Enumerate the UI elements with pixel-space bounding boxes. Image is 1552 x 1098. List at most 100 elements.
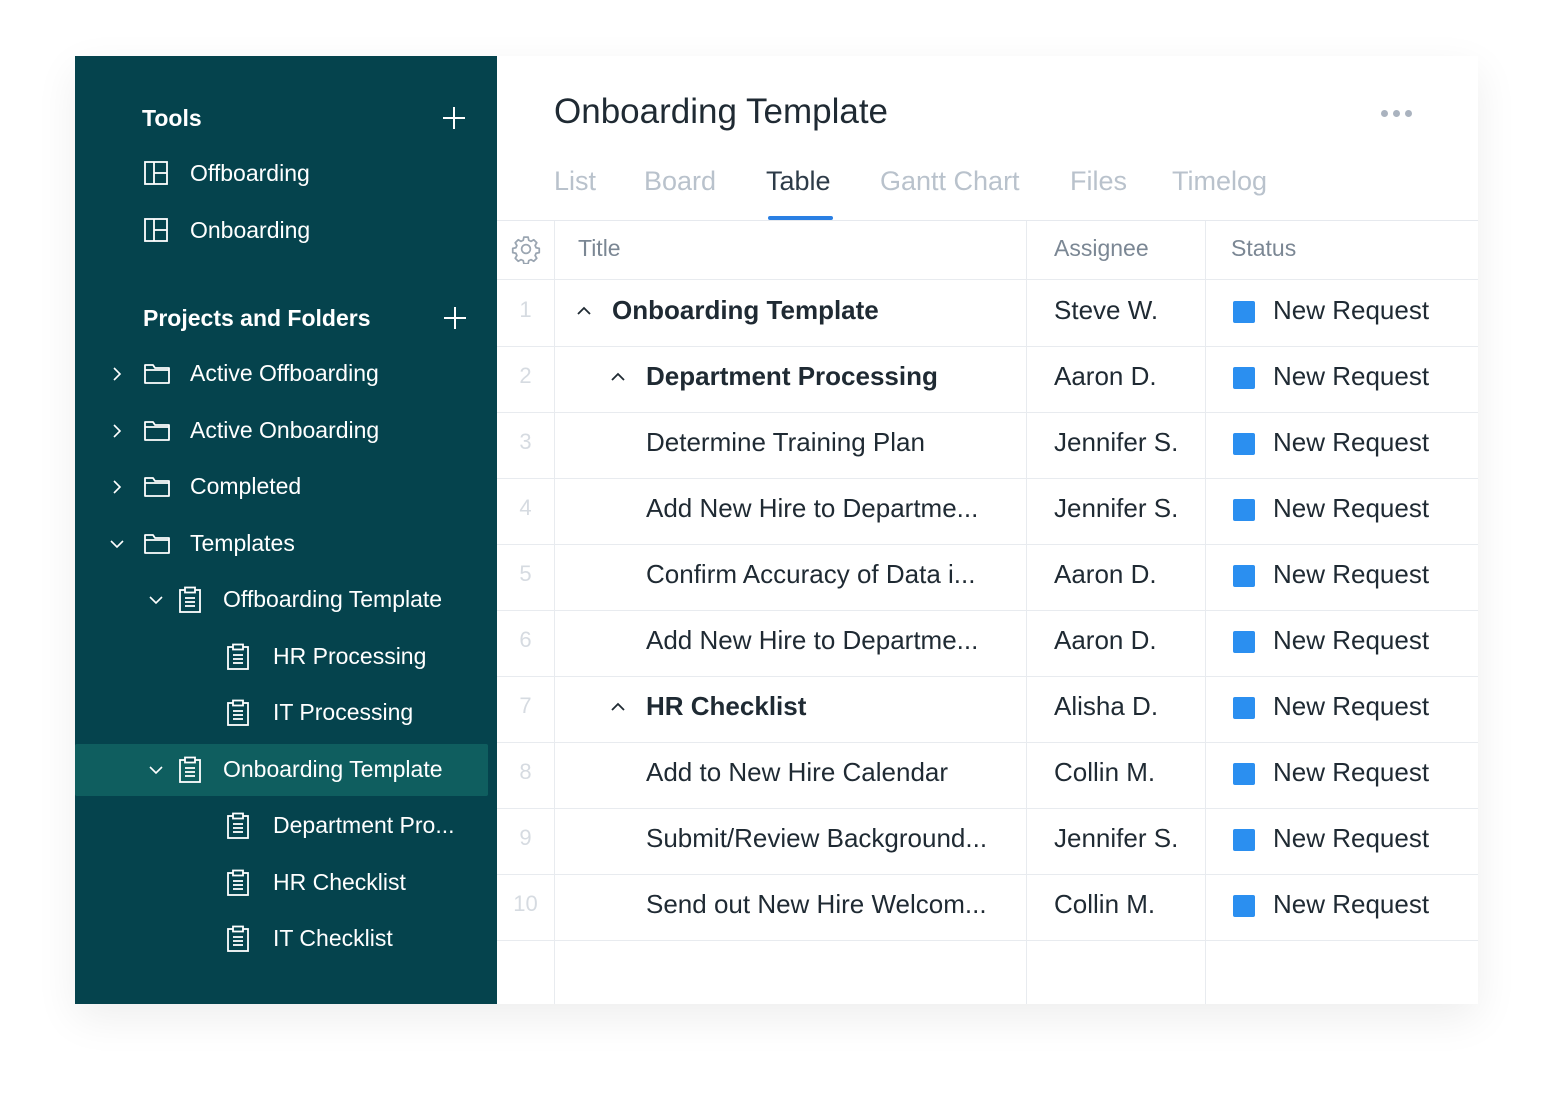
task-title[interactable]: Add to New Hire Calendar	[646, 757, 948, 788]
status-badge[interactable]: New Request	[1273, 757, 1429, 788]
status-badge[interactable]: New Request	[1273, 295, 1429, 326]
task-title[interactable]: Determine Training Plan	[646, 427, 925, 458]
status-badge[interactable]: New Request	[1273, 823, 1429, 854]
tools-section-header: Tools	[75, 98, 497, 138]
status-badge[interactable]: New Request	[1273, 559, 1429, 590]
main-panel: Onboarding Template List Board Table Gantt …	[497, 56, 1478, 1004]
sidebar-item-offboarding-template[interactable]: Offboarding Template	[75, 574, 497, 626]
table-row[interactable]: 2 Department Processing Aaron D. New Reques…	[497, 346, 1478, 412]
task-title[interactable]: HR Checklist	[646, 691, 806, 722]
page-title: Onboarding Template	[554, 92, 889, 131]
task-assignee[interactable]: Jennifer S.	[1054, 823, 1178, 854]
column-header-title[interactable]: Title	[578, 235, 621, 262]
task-title[interactable]: Send out New Hire Welcom...	[646, 889, 987, 920]
sidebar-item-hr-processing[interactable]: HR Processing	[75, 631, 497, 683]
task-title[interactable]: Confirm Accuracy of Data i...	[646, 559, 975, 590]
table-row[interactable]: 1 Onboarding Template Steve W. New Request	[497, 280, 1478, 346]
chevron-right-icon[interactable]	[110, 367, 124, 381]
more-options-button[interactable]	[1381, 104, 1415, 122]
sidebar-item-hr-checklist[interactable]: HR Checklist	[75, 857, 497, 909]
folder-icon	[143, 530, 170, 556]
row-number: 4	[519, 495, 532, 520]
column-header-status[interactable]: Status	[1231, 235, 1296, 262]
sidebar-item-it-processing[interactable]: IT Processing	[75, 687, 497, 739]
row-number: 8	[519, 759, 532, 784]
column-header-assignee[interactable]: Assignee	[1054, 235, 1149, 262]
task-title[interactable]: Onboarding Template	[612, 295, 879, 326]
collapse-chevron-up-icon[interactable]	[609, 368, 631, 390]
tool-item-onboarding[interactable]: Onboarding	[75, 205, 497, 257]
table-row[interactable]: 5 Confirm Accuracy of Data i... Aaron D. Ne…	[497, 544, 1478, 610]
nav-item-label: Templates	[190, 529, 295, 556]
tab-files[interactable]: Files	[1070, 160, 1127, 220]
sidebar-item-templates[interactable]: Templates	[75, 518, 497, 570]
row-number: 7	[519, 693, 532, 718]
status-badge[interactable]: New Request	[1273, 625, 1429, 656]
status-badge[interactable]: New Request	[1273, 493, 1429, 524]
row-number: 1	[519, 297, 532, 322]
table-row[interactable]: 10 Send out New Hire Welcom... Collin M. Ne…	[497, 874, 1478, 940]
tab-table[interactable]: Table	[766, 160, 833, 220]
chevron-right-icon[interactable]	[110, 423, 124, 438]
tab-board[interactable]: Board	[644, 160, 716, 220]
table-row[interactable]: 8 Add to New Hire Calendar Collin M. New Re…	[497, 742, 1478, 808]
table-row[interactable]: 4 Add New Hire to Departme... Jennifer S. N…	[497, 478, 1478, 544]
task-title[interactable]: Add New Hire to Departme...	[646, 493, 978, 524]
board-icon	[143, 217, 169, 243]
clipboard-icon	[225, 869, 251, 896]
nav-item-label: Offboarding Template	[223, 586, 443, 612]
clipboard-icon	[225, 812, 251, 839]
sidebar-item-department-pro[interactable]: Department Pro...	[75, 800, 497, 852]
status-color-icon	[1233, 763, 1255, 785]
tab-gantt-chart[interactable]: Gantt Chart	[880, 160, 1020, 220]
collapse-chevron-up-icon[interactable]	[575, 302, 597, 324]
status-badge[interactable]: New Request	[1273, 691, 1429, 722]
status-badge[interactable]: New Request	[1273, 361, 1429, 392]
add-tool-button[interactable]	[439, 103, 469, 133]
chevron-down-icon[interactable]	[149, 763, 163, 777]
task-assignee[interactable]: Alisha D.	[1054, 691, 1158, 722]
nav-item-label: Active Offboarding	[190, 360, 379, 386]
task-assignee[interactable]: Steve W.	[1054, 295, 1158, 326]
chevron-down-icon[interactable]	[110, 537, 124, 551]
folder-icon	[143, 360, 170, 386]
table-row[interactable]: 7 HR Checklist Alisha D. New Request	[497, 676, 1478, 742]
collapse-chevron-up-icon[interactable]	[609, 698, 631, 720]
task-assignee[interactable]: Collin M.	[1054, 757, 1155, 788]
task-title[interactable]: Department Processing	[646, 361, 938, 392]
task-assignee[interactable]: Aaron D.	[1054, 559, 1157, 590]
chevron-down-icon[interactable]	[149, 593, 163, 607]
nav-item-label: IT Processing	[273, 699, 414, 725]
sidebar-item-active-onboarding[interactable]: Active Onboarding	[75, 405, 497, 457]
task-assignee[interactable]: Jennifer S.	[1054, 427, 1178, 458]
tab-list[interactable]: List	[554, 160, 596, 220]
table-row[interactable]: 6 Add New Hire to Departme... Aaron D. New …	[497, 610, 1478, 676]
row-divider	[497, 940, 1478, 941]
sidebar-item-it-checklist[interactable]: IT Checklist	[75, 913, 497, 965]
nav-item-label: Department Pro...	[273, 812, 455, 838]
chevron-right-icon[interactable]	[110, 480, 124, 494]
table-row[interactable]: 9 Submit/Review Background... Jennifer S. N…	[497, 808, 1478, 874]
dot-icon	[1381, 109, 1388, 117]
row-number: 5	[519, 561, 532, 586]
task-assignee[interactable]: Aaron D.	[1054, 625, 1157, 656]
tool-item-offboarding[interactable]: Offboarding	[75, 148, 497, 200]
task-assignee[interactable]: Jennifer S.	[1054, 493, 1178, 524]
task-assignee[interactable]: Collin M.	[1054, 889, 1155, 920]
sidebar-item-onboarding-template[interactable]: Onboarding Template	[75, 743, 488, 796]
task-assignee[interactable]: Aaron D.	[1054, 361, 1157, 392]
tab-timelog[interactable]: Timelog	[1172, 160, 1267, 220]
sidebar-item-completed[interactable]: Completed	[75, 461, 497, 513]
projects-title: Projects and Folders	[143, 304, 371, 331]
task-title[interactable]: Add New Hire to Departme...	[646, 625, 978, 656]
task-title[interactable]: Submit/Review Background...	[646, 823, 987, 854]
app-window: Tools Offboarding Onboarding Projects and…	[75, 56, 1478, 1004]
table-row[interactable]: 3 Determine Training Plan Jennifer S. New R…	[497, 412, 1478, 478]
add-project-button[interactable]	[440, 303, 470, 333]
row-number: 2	[519, 363, 532, 388]
sidebar-item-active-offboarding[interactable]: Active Offboarding	[75, 348, 497, 400]
status-badge[interactable]: New Request	[1273, 427, 1429, 458]
gear-icon[interactable]	[511, 234, 541, 264]
status-badge[interactable]: New Request	[1273, 889, 1429, 920]
tools-title: Tools	[142, 104, 202, 131]
